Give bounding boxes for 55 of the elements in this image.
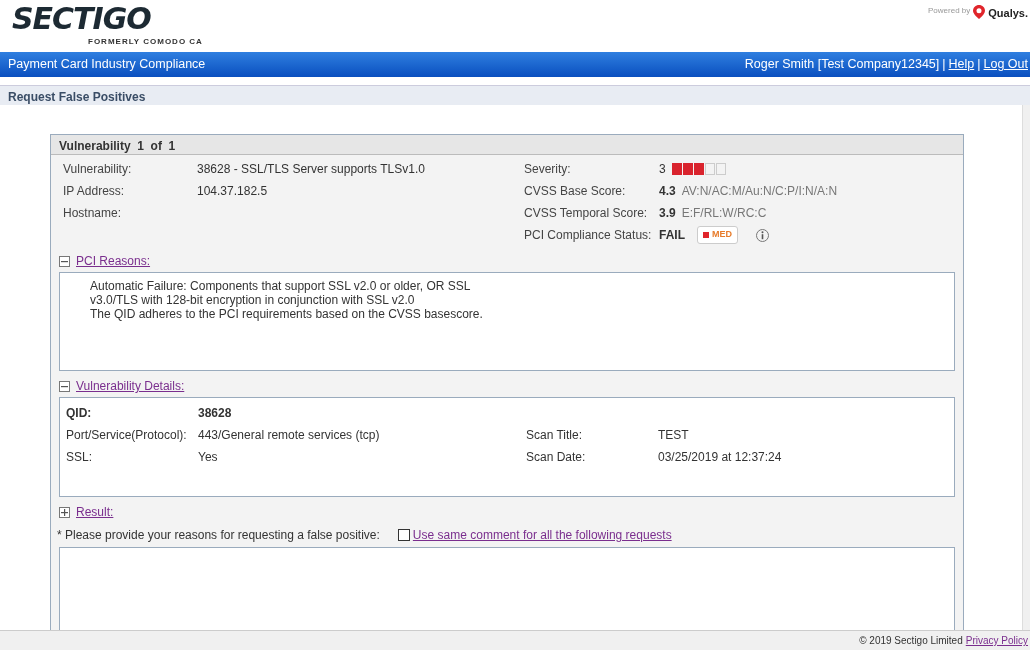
detail-label: Scan Date: [526, 449, 587, 466]
privacy-link[interactable]: Privacy Policy [965, 635, 1028, 646]
powered-by-text: Powered by [928, 5, 971, 17]
detail-label: Scan Title: [526, 427, 584, 444]
panel-title: Vulnerability 1 of 1 [51, 135, 963, 155]
section-link[interactable]: PCI Reasons: [76, 252, 151, 270]
field-value: 38628 - SSL/TLS Server supports TLSv1.0 [197, 161, 425, 178]
detail-value: 443/General remote services (tcp) [198, 427, 381, 444]
separator: | [942, 56, 946, 74]
logo: SECTIGO [12, 2, 152, 36]
expand-toggle-icon[interactable] [59, 255, 70, 267]
detail-label: QID: [66, 405, 93, 422]
detail-label: SSL: [66, 449, 93, 466]
score-vector: E:F/RL:W/RC:C [681, 205, 767, 222]
section-link[interactable]: Result: [76, 503, 114, 521]
app-title: Payment Card Industry Compliance [8, 56, 206, 74]
field-label: PCI Compliance Status: [524, 227, 653, 244]
same-comment-link[interactable]: Use same comment for all the following requests [412, 526, 672, 544]
severity-value: 3 [659, 161, 666, 178]
reason-text: The QID adheres to the PCI requirements based on the CVSS basescore. [90, 307, 484, 321]
nav-link[interactable]: Help [948, 55, 975, 74]
copyright-text: © 2019 Sectigo Limited [859, 635, 963, 646]
detail-label: Port/Service(Protocol): [66, 427, 188, 444]
location-pin-icon [973, 5, 986, 19]
user-name: Roger Smith [Test Company12345] [744, 56, 940, 74]
prompt-text: * Please provide your reasons for requesting a false positive: [57, 527, 380, 544]
same-comment-checkbox[interactable] [397, 529, 410, 541]
partner-logo: Qualys. [988, 6, 1028, 21]
field-value: 104.37.182.5 [197, 183, 268, 200]
field-label: CVSS Temporal Score: [524, 205, 649, 222]
logo-tagline: FORMERLY COMODO CA [88, 36, 203, 48]
expand-toggle-icon[interactable] [59, 380, 70, 392]
field-label: Vulnerability: [63, 161, 133, 178]
page-title: Request False Positives [0, 85, 1030, 105]
detail-value: Yes [198, 449, 219, 466]
comment-field[interactable] [59, 547, 955, 630]
separator: | [977, 56, 981, 74]
scrollbar[interactable] [1022, 105, 1030, 630]
detail-value: 03/25/2019 at 12:37:24 [658, 449, 782, 466]
score-vector: AV:N/AC:M/Au:N/C:P/I:N/A:N [681, 183, 838, 200]
score-value: 3.9 [659, 205, 676, 222]
field-label: Severity: [524, 161, 572, 178]
detail-value: 38628 [198, 405, 233, 422]
field-label: IP Address: [63, 183, 126, 200]
detail-value: TEST [658, 427, 689, 444]
section-link[interactable]: Vulnerability Details: [76, 377, 185, 395]
reason-text: Automatic Failure: Components that support SSL v2.0 or older, OR SSL [90, 279, 472, 293]
field-label: Hostname: [63, 205, 123, 222]
severity-badge: MED [697, 226, 738, 244]
reason-text: v3.0/TLS with 128-bit encryption in conjunction with SSL v2.0 [90, 293, 416, 307]
nav-link[interactable]: Log Out [983, 55, 1028, 74]
status-value: FAIL [659, 227, 685, 244]
score-value: 4.3 [659, 183, 676, 200]
field-label: CVSS Base Score: [524, 183, 627, 200]
expand-toggle-icon[interactable] [59, 506, 70, 518]
